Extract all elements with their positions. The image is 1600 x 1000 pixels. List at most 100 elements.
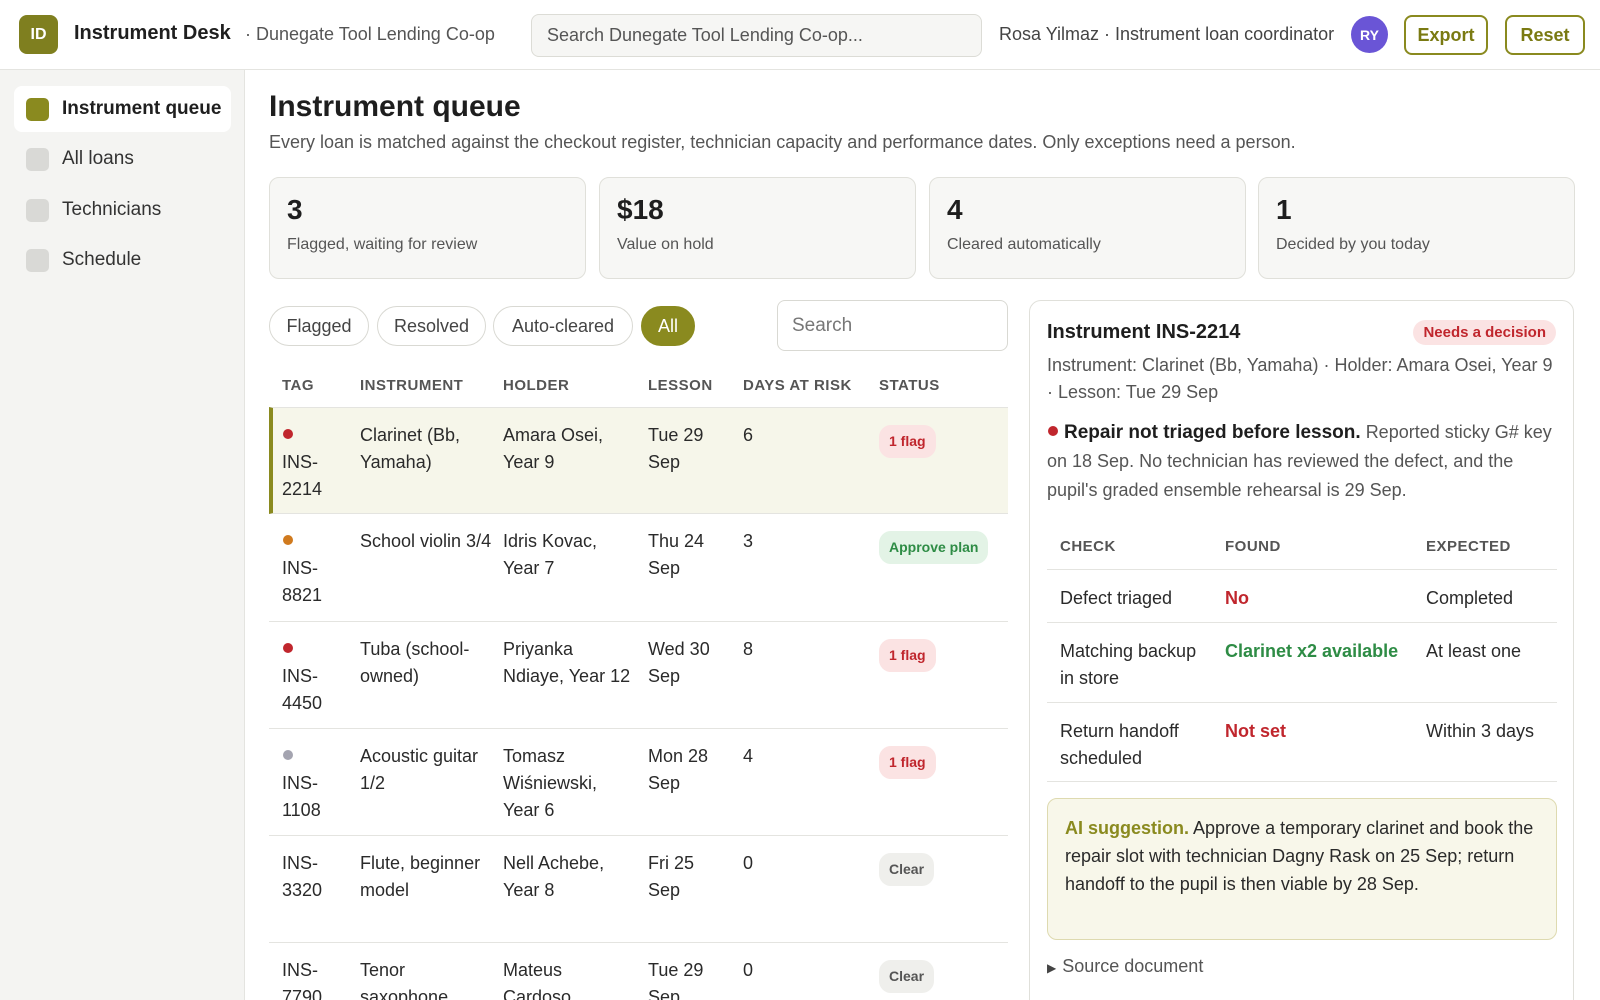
lesson-cell: Tue 29 Sep — [648, 425, 704, 472]
sidebar-item-label: All loans — [62, 148, 134, 169]
stat-label: Cleared automatically — [947, 236, 1101, 253]
sidebar-item-instrument-queue[interactable]: Instrument queue — [14, 86, 231, 132]
disclosure-triangle-icon: ▶ — [1047, 961, 1057, 975]
tag-cell: INS-2214 — [282, 422, 342, 503]
stat-label: Flagged, waiting for review — [287, 236, 478, 253]
status-cell: Clear — [879, 960, 935, 993]
check-row: Return handoff scheduled Not set Within … — [1047, 702, 1557, 782]
table-row[interactable]: INS-8821 School violin 3/4 Idris Kovac, … — [269, 514, 1008, 622]
check-column-header: CHECK — [1060, 538, 1116, 555]
table-row[interactable]: INS-3320 Flute, beginner model Nell Ache… — [269, 836, 1008, 943]
check-found: No — [1225, 588, 1249, 608]
filter-flagged[interactable]: Flagged — [269, 306, 369, 346]
status-cell: 1 flag — [879, 639, 936, 672]
top-bar: ID Instrument Desk · Dunegate Tool Lendi… — [0, 0, 1600, 70]
reset-button[interactable]: Reset — [1505, 15, 1585, 55]
found-column-header: FOUND — [1225, 538, 1281, 555]
column-header-tag[interactable]: TAG — [282, 377, 314, 394]
column-header-days-at-risk[interactable]: DAYS AT RISK — [743, 377, 852, 394]
column-header-holder[interactable]: HOLDER — [503, 377, 569, 394]
column-header-lesson[interactable]: LESSON — [648, 377, 713, 394]
stat-label: Value on hold — [617, 236, 714, 253]
table-row[interactable]: INS-1108 Acoustic guitar 1/2 Tomasz Wiśn… — [269, 729, 1008, 836]
detail-panel: Instrument INS-2214 Needs a decision Ins… — [1029, 300, 1574, 1000]
nav-square-icon — [26, 147, 49, 171]
days-cell: 4 — [743, 746, 754, 766]
check-expected: Completed — [1426, 588, 1514, 608]
needs-decision-badge: Needs a decision — [1413, 320, 1556, 345]
column-header-instrument[interactable]: INSTRUMENT — [360, 377, 463, 394]
sidebar: Instrument queue All loans Technicians S… — [0, 70, 245, 1000]
sidebar-item-technicians[interactable]: Technicians — [14, 187, 231, 233]
status-cell: 1 flag — [879, 425, 936, 458]
filter-all[interactable]: All — [641, 306, 695, 346]
tag-cell: INS-3320 — [282, 853, 323, 900]
sidebar-item-label: Technicians — [62, 199, 162, 220]
days-cell: 8 — [743, 639, 754, 659]
lesson-cell: Thu 24 Sep — [648, 531, 705, 578]
app-logo: ID — [19, 15, 58, 54]
tag-cell: INS-8821 — [282, 528, 342, 609]
instrument-cell: Flute, beginner model — [360, 853, 481, 900]
nav-square-icon — [26, 97, 49, 121]
status-cell: Clear — [879, 853, 935, 886]
detail-title: Instrument INS-2214 — [1047, 321, 1241, 343]
stat-card-value-on-hold: $18 Value on hold — [599, 177, 916, 279]
issue-summary: Repair not triaged before lesson. Report… — [1047, 418, 1557, 505]
status-dot-icon — [283, 429, 293, 439]
source-document-toggle[interactable]: ▶ Source document — [1047, 956, 1203, 977]
source-document-label: Source document — [1062, 956, 1204, 976]
tag-text: INS-2214 — [282, 452, 323, 499]
export-button[interactable]: Export — [1404, 15, 1488, 55]
table-row[interactable]: INS-2214 Clarinet (Bb, Yamaha) Amara Ose… — [269, 407, 1008, 514]
filter-resolved[interactable]: Resolved — [377, 306, 486, 346]
lesson-cell: Mon 28 Sep — [648, 746, 709, 793]
instrument-cell: Clarinet (Bb, Yamaha) — [360, 425, 461, 472]
page-subtitle: Every loan is matched against the checko… — [269, 132, 1296, 152]
column-header-status[interactable]: STATUS — [879, 377, 940, 394]
holder-cell: Nell Achebe, Year 8 — [503, 853, 605, 900]
lesson-cell: Wed 30 Sep — [648, 639, 710, 686]
stat-card-decided: 1 Decided by you today — [1258, 177, 1575, 279]
ai-suggestion-label: AI suggestion. — [1065, 818, 1190, 838]
tag-cell: INS-7790 — [282, 960, 323, 1000]
tag-text: INS-1108 — [282, 773, 321, 820]
status-badge: Approve plan — [879, 531, 989, 564]
check-expected: At least one — [1426, 641, 1522, 661]
app-title: Instrument Desk — [74, 22, 231, 44]
status-badge: 1 flag — [879, 639, 936, 672]
table-row[interactable]: INS-4450 Tuba (school-owned) Priyanka Nd… — [269, 622, 1008, 729]
filter-auto-cleared[interactable]: Auto-cleared — [493, 306, 633, 346]
status-badge: Clear — [879, 853, 935, 886]
holder-cell: Priyanka Ndiaye, Year 12 — [503, 639, 631, 686]
days-cell: 0 — [743, 853, 754, 873]
status-badge: 1 flag — [879, 746, 936, 779]
global-search-input[interactable] — [531, 14, 982, 57]
ai-suggestion-box: AI suggestion. Approve a temporary clari… — [1047, 798, 1557, 940]
check-found: Clarinet x2 available — [1225, 641, 1399, 661]
tag-text: INS-8821 — [282, 558, 323, 605]
avatar[interactable]: RY — [1351, 16, 1388, 53]
holder-cell: Mateus Cardoso — [503, 960, 572, 1000]
tag-text: INS-4450 — [282, 666, 323, 713]
tag-cell: INS-1108 — [282, 743, 342, 824]
detail-meta: Instrument: Clarinet (Bb, Yamaha) · Hold… — [1047, 355, 1553, 402]
sidebar-item-label: Instrument queue — [62, 98, 222, 119]
status-dot-icon — [283, 750, 293, 760]
holder-cell: Tomasz Wiśniewski, Year 6 — [503, 746, 598, 820]
sidebar-item-schedule[interactable]: Schedule — [14, 237, 231, 283]
check-row: Defect triaged No Completed — [1047, 569, 1557, 622]
days-cell: 0 — [743, 960, 754, 980]
sidebar-item-label: Schedule — [62, 249, 142, 270]
status-cell: Approve plan — [879, 531, 989, 564]
status-dot-icon — [283, 535, 293, 545]
table-search-input[interactable] — [777, 300, 1008, 351]
user-name: Rosa Yilmaz · Instrument loan coordinato… — [999, 24, 1335, 44]
check-expected: Within 3 days — [1426, 721, 1535, 741]
table-row[interactable]: INS-7790 Tenor saxophone Mateus Cardoso … — [269, 943, 1008, 1000]
check-found: Not set — [1225, 721, 1287, 741]
status-cell: 1 flag — [879, 746, 936, 779]
holder-cell: Idris Kovac, Year 7 — [503, 531, 598, 578]
instrument-cell: Tuba (school-owned) — [360, 639, 470, 686]
sidebar-item-all-loans[interactable]: All loans — [14, 136, 231, 182]
